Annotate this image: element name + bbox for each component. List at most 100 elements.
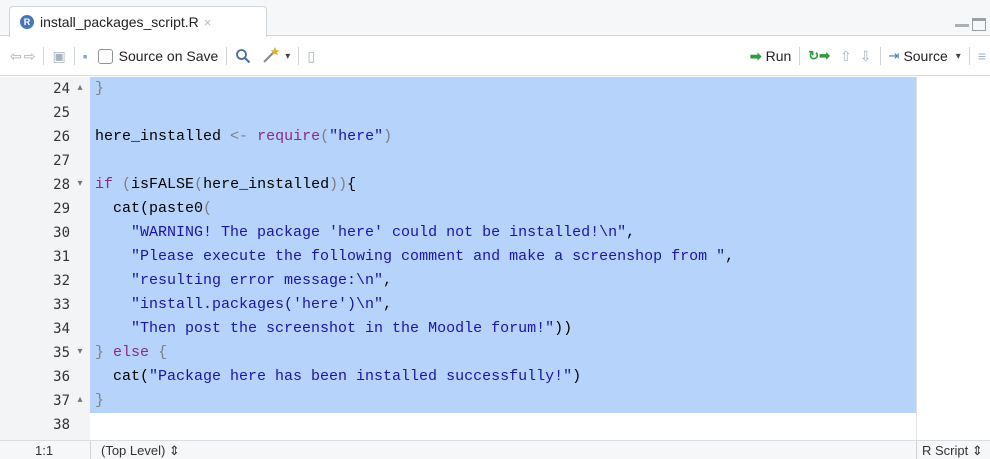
code-line[interactable]: 33 "install.packages('here')\n",	[0, 293, 990, 317]
line-number: 35	[53, 345, 70, 361]
source-on-save-label: Source on Save	[118, 48, 219, 64]
code-token: else	[113, 344, 150, 361]
code-line[interactable]: 34 "Then post the screenshot in the Mood…	[0, 317, 990, 341]
code-text: "Please execute the following comment an…	[95, 245, 734, 269]
tab-install-packages-script[interactable]: R install_packages_script.R ×	[9, 6, 267, 37]
line-number: 28	[53, 177, 70, 193]
maximize-pane-button[interactable]	[972, 18, 986, 31]
code-text: }	[95, 77, 104, 101]
window-buttons	[955, 18, 986, 31]
code-token: "Please execute the following comment an…	[131, 248, 726, 265]
code-text: "resulting error message:\n",	[95, 269, 392, 293]
code-token: here_installed	[203, 176, 330, 193]
forward-arrow-icon[interactable]: ⇨	[24, 48, 36, 65]
code-line[interactable]: 26 here_installed <- require("here")	[0, 125, 990, 149]
editor-tabbar: R install_packages_script.R ×	[0, 0, 990, 37]
code-token: }	[95, 80, 105, 97]
chevron-down-icon[interactable]: ▾	[285, 51, 290, 62]
editor-status-bar: 1:1 (Top Level) ⇕ R Script ⇕	[0, 440, 990, 459]
source-on-save-toggle[interactable]: Source on Save	[97, 44, 219, 68]
line-number: 31	[53, 249, 70, 265]
fold-toggle-icon[interactable]: ▴	[74, 389, 86, 413]
code-line[interactable]: 31 "Please execute the following comment…	[0, 245, 990, 269]
back-forward-group: ⇦ ⇨	[10, 44, 35, 68]
code-text: cat(paste0(	[95, 197, 212, 221]
editor-toolbar: ⇦ ⇨ ▣ ▪ Source on Save ▾ ▯ ➡ Run ↻➡ ⇧ ⇩ …	[0, 37, 990, 76]
code-token: ,	[725, 248, 735, 265]
scope-selector[interactable]: (Top Level) ⇕	[101, 443, 180, 459]
code-token: )	[572, 368, 582, 385]
go-up-icon[interactable]: ⇧	[840, 48, 852, 65]
code-token: require	[257, 128, 321, 145]
fold-toggle-icon[interactable]: ▾	[74, 341, 86, 365]
status-separator	[916, 441, 917, 459]
code-text: if (isFALSE(here_installed)){	[95, 173, 356, 197]
code-editor[interactable]: 24 ▴} 25 26 here_installed <- require("here"…	[0, 77, 990, 440]
minimize-pane-button[interactable]	[955, 18, 969, 27]
code-token: cat(paste0	[95, 200, 204, 217]
code-token: "here"	[329, 128, 384, 145]
search-icon[interactable]	[235, 48, 251, 64]
source-button[interactable]: ⇥ Source	[889, 44, 948, 68]
code-token: "resulting error message:\n"	[131, 272, 384, 289]
code-line[interactable]: 30 "WARNING! The package 'here' could no…	[0, 221, 990, 245]
code-line[interactable]: 37 ▴}	[0, 389, 990, 413]
code-text: cat("Package here has been installed suc…	[95, 365, 581, 389]
code-text: }	[95, 389, 104, 413]
code-line[interactable]: 32 "resulting error message:\n",	[0, 269, 990, 293]
line-number: 33	[53, 297, 70, 313]
save-icon[interactable]: ▪	[83, 48, 88, 64]
line-number: 37	[53, 393, 70, 409]
go-down-icon[interactable]: ⇩	[860, 48, 872, 65]
code-token: ))	[554, 320, 573, 337]
code-line[interactable]: 27	[0, 149, 990, 173]
code-token: <-	[230, 128, 249, 145]
toolbar-separator	[799, 47, 801, 65]
code-tools-wand-icon[interactable]	[261, 46, 281, 67]
code-line[interactable]: 38	[0, 413, 990, 437]
back-arrow-icon[interactable]: ⇦	[10, 48, 22, 65]
code-line[interactable]: 24 ▴}	[0, 77, 990, 101]
line-number: 29	[53, 201, 70, 217]
file-type-selector[interactable]: R Script ⇕	[922, 443, 983, 459]
toolbar-separator	[226, 47, 228, 65]
rerun-icon[interactable]: ↻➡	[808, 48, 830, 64]
code-token: if	[95, 176, 114, 193]
code-token: ,	[383, 272, 393, 289]
code-token: (	[203, 200, 213, 217]
line-number: 26	[53, 129, 70, 145]
code-token: "WARNING! The package 'here' could not b…	[131, 224, 627, 241]
code-token: ,	[383, 296, 393, 313]
line-number: 30	[53, 225, 70, 241]
code-line[interactable]: 36 cat("Package here has been installed …	[0, 365, 990, 389]
document-outline-icon[interactable]: ≡	[978, 48, 986, 64]
line-number: 32	[53, 273, 70, 289]
code-line[interactable]: 35 ▾} else {	[0, 341, 990, 365]
code-token: }	[95, 392, 105, 409]
source-on-save-checkbox[interactable]	[97, 48, 113, 64]
line-number: 25	[53, 105, 70, 121]
run-arrow-icon: ➡	[749, 47, 762, 64]
fold-toggle-icon[interactable]: ▴	[74, 77, 86, 101]
code-token: {	[158, 344, 168, 361]
code-text: here_installed <- require("here")	[95, 125, 392, 149]
code-token: "Then post the screenshot in the Moodle …	[131, 320, 555, 337]
close-tab-icon[interactable]: ×	[204, 15, 212, 30]
code-line[interactable]: 29 cat(paste0(	[0, 197, 990, 221]
code-token: isFALSE	[131, 176, 195, 193]
show-in-window-icon[interactable]: ▣	[52, 48, 65, 65]
code-token: (	[122, 176, 132, 193]
code-text: "WARNING! The package 'here' could not b…	[95, 221, 635, 245]
code-line[interactable]: 28 ▾ if (isFALSE(here_installed)){	[0, 173, 990, 197]
source-dropdown-icon[interactable]: ▾	[956, 51, 961, 62]
code-token: (	[320, 128, 330, 145]
compile-report-icon[interactable]: ▯	[307, 48, 315, 65]
run-button[interactable]: ➡ Run	[750, 44, 791, 68]
code-line[interactable]: 25	[0, 101, 990, 125]
fold-toggle-icon[interactable]: ▾	[74, 173, 86, 197]
